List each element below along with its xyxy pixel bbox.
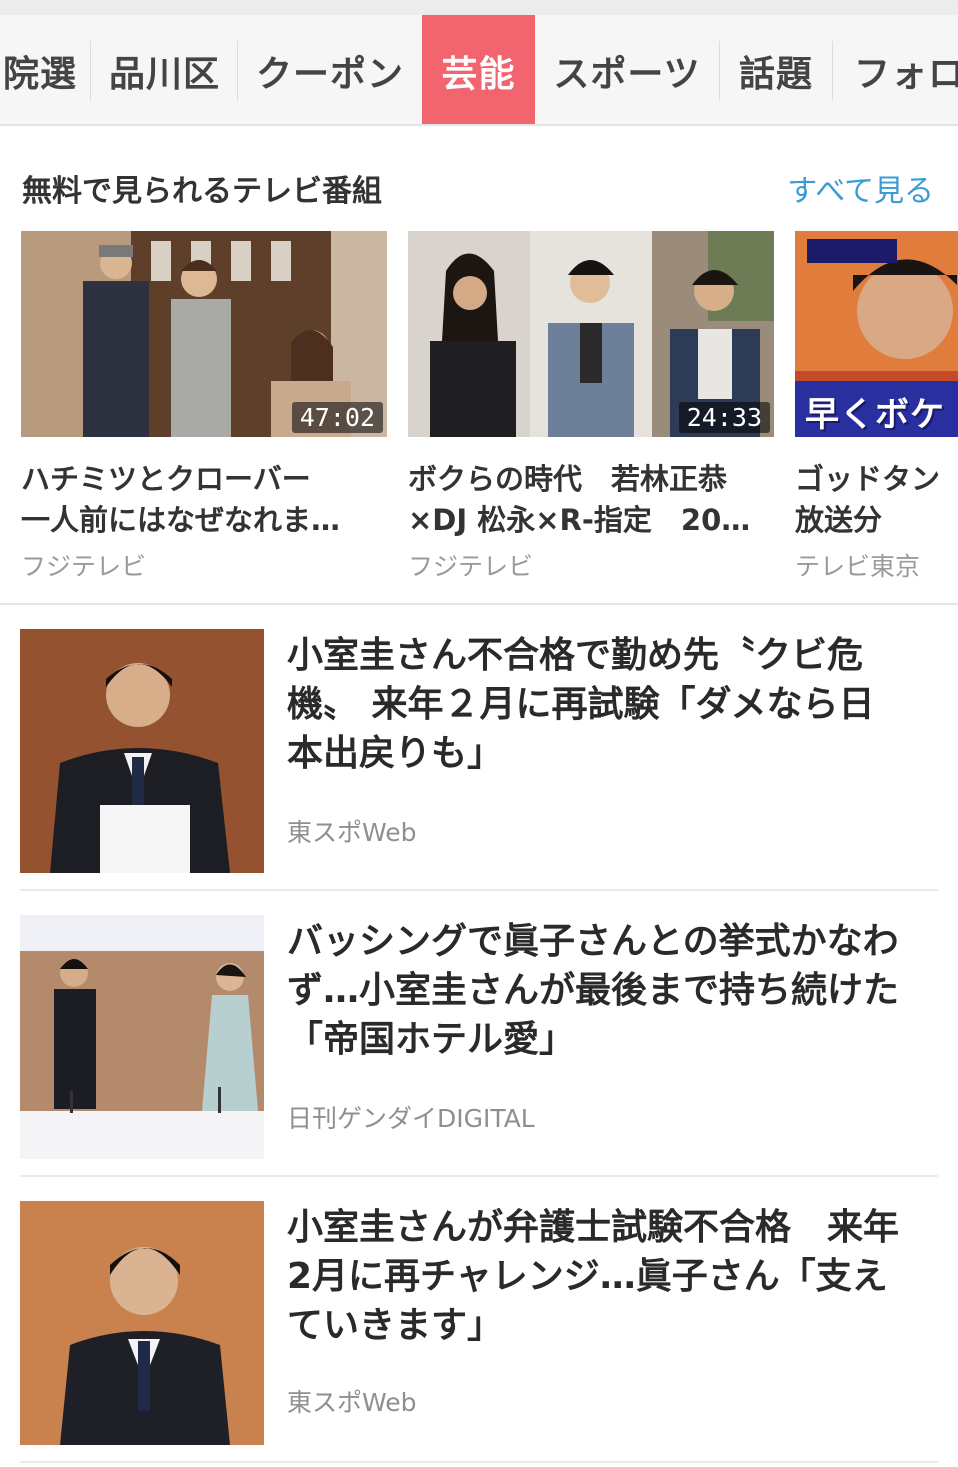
news-headline: 小室圭さんが弁護士試験不合格 来年 2月に再チャレンジ…眞子さん「支え ていきま… <box>287 1207 900 1346</box>
portrait-image <box>20 1201 264 1445</box>
tab-divider <box>90 41 91 101</box>
tab-shinagawa[interactable]: 品川区 <box>92 15 237 124</box>
tv-card[interactable]: 早くボケ ゴッドタン 放送分 テレビ東京 <box>795 231 958 583</box>
tab-sports[interactable]: スポーツ <box>535 15 719 124</box>
news-thumbnail <box>20 629 264 873</box>
tv-thumbnail: 早くボケ <box>795 231 958 437</box>
tv-card-channel: フジテレビ <box>408 552 534 581</box>
news-item[interactable]: バッシングで眞子さんとの挙式かなわ ず…小室圭さんが最後まで持ち続けた 「帝国ホ… <box>20 891 938 1177</box>
news-thumbnail <box>20 1201 264 1445</box>
tv-thumbnail: 24:33 <box>408 231 774 437</box>
tv-card[interactable]: 47:02 ハチミツとクローバー 一人前にはなぜなれま… フジテレビ <box>21 231 387 583</box>
tab-entertainment[interactable]: 芸能 <box>422 15 535 124</box>
tv-card-channel: テレビ東京 <box>795 552 921 581</box>
tv-card-title: ゴッドタン 放送分 <box>795 462 941 537</box>
news-headline: バッシングで眞子さんとの挙式かなわ ず…小室圭さんが最後まで持ち続けた 「帝国ホ… <box>287 921 900 1060</box>
news-headline: 小室圭さん不合格で勤め先〝クビ危 機〟 来年２月に再試験「ダメなら日 本出戻りも… <box>287 635 875 774</box>
engagement-conference-image <box>20 915 264 1159</box>
news-item[interactable]: 小室圭さんが弁護士試験不合格 来年 2月に再チャレンジ…眞子さん「支え ていきま… <box>20 1177 938 1463</box>
tv-section-title: 無料で見られるテレビ番組 <box>22 174 382 209</box>
tab-coupon[interactable]: クーポン <box>238 15 422 124</box>
thumbnail-caption: 早くボケ <box>805 395 945 435</box>
tv-thumbnail: 47:02 <box>21 231 387 437</box>
news-thumbnail <box>20 915 264 1159</box>
press-conference-image <box>20 629 264 873</box>
tv-card-title: ボクらの時代 若林正恭 ×DJ 松永×R-指定 20… <box>408 462 751 537</box>
tv-card-channel: フジテレビ <box>21 552 147 581</box>
duration-badge: 24:33 <box>678 402 770 433</box>
tab-election[interactable]: 院選 <box>0 15 86 124</box>
see-all-link[interactable]: すべて見る <box>787 166 934 210</box>
tab-topics[interactable]: 話題 <box>720 15 832 124</box>
tab-divider <box>832 41 833 101</box>
news-source: 日刊ゲンダイDIGITAL <box>287 1104 535 1133</box>
tv-card-title: ハチミツとクローバー 一人前にはなぜなれま… <box>21 462 341 537</box>
tv-card[interactable]: 24:33 ボクらの時代 若林正恭 ×DJ 松永×R-指定 20… フジテレビ <box>408 231 774 583</box>
news-source: 東スポWeb <box>287 1388 417 1417</box>
status-strip <box>0 0 958 15</box>
news-source: 東スポWeb <box>287 818 417 847</box>
tab-follow[interactable]: フォロ <box>834 15 958 124</box>
duration-badge: 47:02 <box>291 402 383 433</box>
news-item[interactable]: 小室圭さん不合格で勤め先〝クビ危 機〟 来年２月に再試験「ダメなら日 本出戻りも… <box>20 605 938 891</box>
category-tab-bar: 院選 品川区 クーポン 芸能 スポーツ 話題 フォロ <box>0 15 958 126</box>
